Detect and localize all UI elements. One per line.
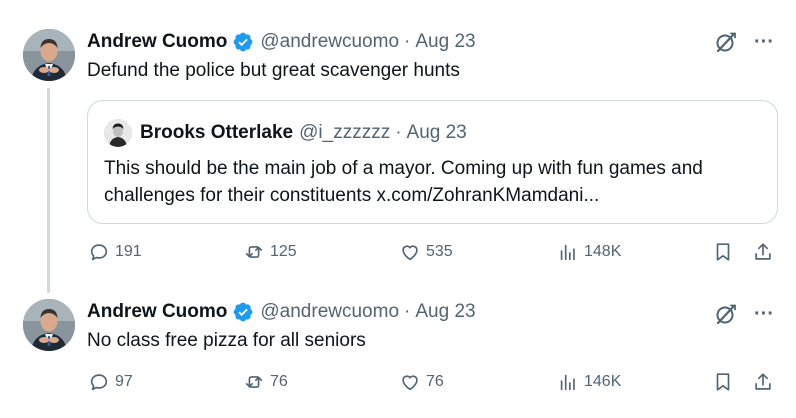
share-button[interactable] [752, 241, 774, 263]
reply-button[interactable]: 97 [88, 371, 133, 393]
author-handle[interactable]: @andrewcuomo [260, 301, 399, 323]
quote-text: This should be the main job of a mayor. … [104, 158, 703, 206]
tweet-text: Defund the police but great scavenger hu… [87, 60, 460, 81]
like-count: 76 [426, 373, 444, 390]
tweet[interactable]: Andrew Cuomo @andrewcuomo · Aug 23 ··· D… [0, 0, 796, 290]
tweet[interactable]: Andrew Cuomo @andrewcuomo · Aug 23 No cl… [0, 290, 796, 418]
avatar[interactable] [23, 299, 75, 351]
repost-count: 125 [270, 243, 297, 260]
tweet-text: No class free pizza for all seniors [87, 330, 366, 351]
separator: · [395, 122, 402, 143]
reply-count: 97 [115, 373, 133, 390]
repost-button[interactable]: 76 [243, 371, 288, 393]
reply-icon [90, 244, 108, 261]
tweet-date[interactable]: Aug 23 [407, 122, 467, 144]
author-handle[interactable]: @andrewcuomo [260, 31, 399, 53]
like-icon [402, 375, 418, 391]
tweet-date[interactable]: Aug 23 [415, 31, 475, 53]
like-count: 535 [426, 243, 453, 260]
reply-button[interactable]: 191 [88, 241, 142, 263]
views-icon [560, 374, 575, 391]
more-icon[interactable]: ··· [754, 32, 774, 52]
bookmark-button[interactable] [712, 371, 734, 393]
share-icon [755, 373, 771, 390]
grok-icon[interactable] [714, 30, 738, 54]
repost-count: 76 [270, 373, 288, 390]
tweet-top-actions: ··· [714, 302, 774, 326]
views-icon [560, 244, 575, 261]
tweet-actions: 191 125 535 148K [88, 241, 778, 267]
bookmark-button[interactable] [712, 241, 734, 263]
tweet-actions: 97 76 76 146K [88, 371, 778, 397]
tweet-top-actions: ··· [714, 30, 774, 54]
separator: · [404, 301, 411, 322]
avatar[interactable] [104, 119, 132, 147]
share-icon [755, 243, 771, 260]
repost-icon [245, 376, 263, 388]
like-button[interactable]: 76 [399, 371, 444, 393]
tweet-header: Andrew Cuomo @andrewcuomo · Aug 23 [87, 30, 476, 54]
verified-badge-icon [232, 31, 254, 53]
views-count: 148K [584, 243, 622, 260]
reply-count: 191 [115, 243, 142, 260]
bookmark-icon [716, 373, 730, 391]
share-button[interactable] [752, 371, 774, 393]
avatar[interactable] [23, 29, 75, 81]
views-count: 146K [584, 373, 622, 390]
quoted-tweet[interactable]: Brooks Otterlake @i_zzzzzz · Aug 23 This… [87, 100, 778, 224]
author-handle[interactable]: @i_zzzzzz [299, 122, 390, 144]
tweet-date[interactable]: Aug 23 [415, 301, 475, 323]
quote-header: Brooks Otterlake @i_zzzzzz · Aug 23 [104, 119, 467, 147]
views-button[interactable]: 148K [557, 241, 621, 263]
views-button[interactable]: 146K [557, 371, 621, 393]
grok-icon[interactable] [714, 302, 738, 326]
like-icon [402, 245, 418, 261]
verified-badge-icon [232, 301, 254, 323]
reply-icon [90, 374, 108, 391]
author-name[interactable]: Andrew Cuomo [87, 301, 227, 323]
like-button[interactable]: 535 [399, 241, 453, 263]
author-name[interactable]: Andrew Cuomo [87, 31, 227, 53]
more-icon[interactable]: ··· [754, 304, 774, 324]
bookmark-icon [716, 243, 730, 261]
repost-button[interactable]: 125 [243, 241, 297, 263]
author-name[interactable]: Brooks Otterlake [140, 122, 293, 144]
separator: · [404, 31, 411, 52]
tweet-header: Andrew Cuomo @andrewcuomo · Aug 23 [87, 300, 476, 324]
repost-icon [245, 246, 263, 258]
